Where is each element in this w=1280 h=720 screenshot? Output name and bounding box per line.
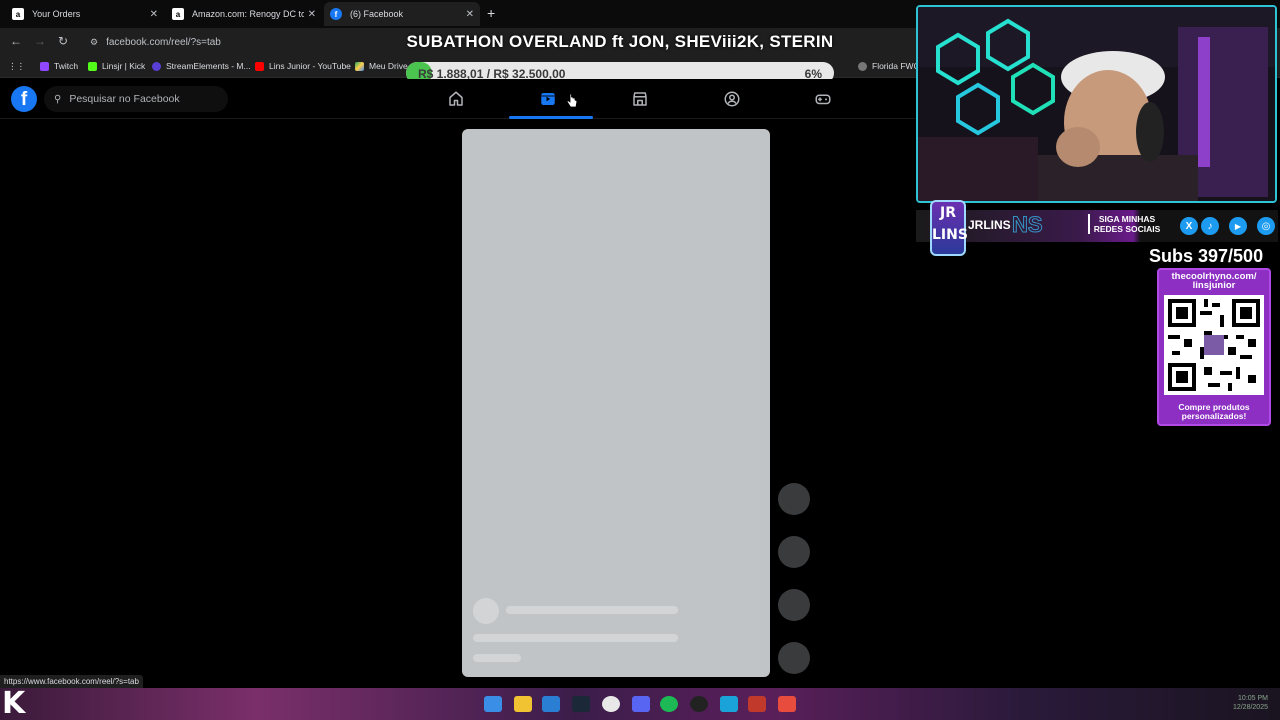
tab-title: Amazon.com: Renogy DC to DC xyxy=(192,9,304,19)
facebook-header: f ⚲ Pesquisar no Facebook xyxy=(0,79,915,119)
tab-amazon-renogy[interactable]: a Amazon.com: Renogy DC to DC ✕ xyxy=(166,2,322,26)
qr-card: thecoolrhyno.com/ linsjunior Compre prod… xyxy=(1157,268,1271,426)
app-icon[interactable] xyxy=(720,696,738,712)
tab-facebook[interactable]: f (6) Facebook ✕ xyxy=(324,2,480,26)
kick-k-logo: K xyxy=(2,686,26,720)
tab-your-orders[interactable]: a Your Orders ✕ xyxy=(6,2,164,26)
steam-icon[interactable] xyxy=(572,696,590,712)
search-icon: ⚲ xyxy=(54,93,62,105)
bookmark-drive[interactable]: Meu Drive xyxy=(355,61,408,71)
mouse-cursor-icon xyxy=(566,93,578,108)
url-field[interactable]: ⚙ facebook.com/reel/?s=tab xyxy=(82,32,412,52)
app-icon[interactable] xyxy=(778,696,796,712)
facebook-search-input[interactable]: ⚲ Pesquisar no Facebook xyxy=(44,86,228,112)
windows-taskbar: 10:05 PM 12/28/2025 xyxy=(0,688,1280,720)
facebook-favicon-icon: f xyxy=(330,8,342,20)
bookmark-label: Twitch xyxy=(54,61,79,71)
skeleton-line xyxy=(506,606,678,614)
gaming-icon xyxy=(815,94,831,105)
taskbar-clock[interactable]: 10:05 PM 12/28/2025 xyxy=(1233,694,1268,712)
clock-time: 10:05 PM xyxy=(1238,695,1268,702)
home-icon xyxy=(449,91,463,106)
spotify-icon[interactable] xyxy=(660,696,678,712)
youtube-icon xyxy=(255,61,264,71)
nav-home[interactable] xyxy=(436,85,476,113)
nav-marketplace[interactable] xyxy=(620,85,660,113)
skeleton-line xyxy=(473,654,521,662)
qr-code-pattern xyxy=(1164,295,1264,395)
apps-icon[interactable]: ⋮⋮ xyxy=(8,61,25,72)
brand-ghost-text: NS xyxy=(1012,212,1044,238)
edge-icon[interactable] xyxy=(542,696,560,712)
reels-icon xyxy=(541,93,555,105)
bookmark-label: Meu Drive xyxy=(369,61,408,71)
subathon-title: SUBATHON OVERLAND ft JON, SHEViii2K, STE… xyxy=(406,32,834,51)
site-info-icon[interactable]: ⚙ xyxy=(90,37,98,48)
discord-icon[interactable] xyxy=(632,696,650,712)
x-twitter-icon: X xyxy=(1180,217,1198,235)
forward-icon[interactable]: → xyxy=(34,34,46,48)
back-icon[interactable]: ← xyxy=(10,34,22,48)
bookmark-label: Lins Junior - YouTube xyxy=(269,61,351,71)
clock-date: 12/28/2025 xyxy=(1232,704,1268,711)
social-banner: NS JRLINS JR LINS SIGA MINHAS REDES SOCI… xyxy=(916,200,1278,256)
skeleton-avatar xyxy=(473,598,499,624)
bookmark-streamelements[interactable]: StreamElements - M... xyxy=(152,61,251,71)
jrlins-badge: JR LINS xyxy=(930,200,968,256)
bookmark-kick[interactable]: Linsjr | Kick xyxy=(88,61,145,71)
search-placeholder: Pesquisar no Facebook xyxy=(69,93,180,105)
bookmark-label: Florida FWC xyxy=(872,61,920,71)
twitch-icon xyxy=(40,61,49,71)
webcam-feed xyxy=(916,5,1277,203)
brand-name: JRLINS xyxy=(968,218,1011,232)
bookmark-label: StreamElements - M... xyxy=(166,61,251,71)
bookmark-youtube[interactable]: Lins Junior - YouTube xyxy=(255,61,351,71)
close-icon[interactable]: ✕ xyxy=(308,9,316,20)
subs-counter: Subs 397/500 xyxy=(1149,246,1264,266)
tab-title: (6) Facebook xyxy=(350,9,404,19)
qr-caption: Compre produtos personalizados! xyxy=(1178,402,1250,421)
facebook-logo[interactable]: f xyxy=(11,86,37,112)
reel-loading-placeholder xyxy=(462,129,770,677)
app-icon[interactable] xyxy=(748,696,766,712)
nav-reels[interactable] xyxy=(509,85,593,119)
qr-url: thecoolrhyno.com/ linsjunior xyxy=(1171,271,1257,291)
reel-action-placeholder xyxy=(778,483,810,515)
youtube-icon: ▶ xyxy=(1229,217,1247,235)
marketplace-icon xyxy=(633,92,647,106)
obs-icon[interactable] xyxy=(690,696,708,712)
bookmark-label: Linsjr | Kick xyxy=(102,61,146,71)
close-icon[interactable]: ✕ xyxy=(150,9,158,20)
file-explorer-icon[interactable] xyxy=(514,696,532,712)
amazon-favicon-icon: a xyxy=(12,8,24,20)
streamelements-icon xyxy=(152,61,161,71)
new-tab-icon[interactable]: + xyxy=(487,5,495,21)
google-drive-icon xyxy=(355,61,364,71)
url-text: facebook.com/reel/?s=tab xyxy=(106,36,221,48)
reel-action-placeholder xyxy=(778,536,810,568)
reload-icon[interactable]: ↻ xyxy=(58,34,68,48)
groups-icon xyxy=(724,91,740,107)
close-icon[interactable]: ✕ xyxy=(466,9,474,20)
tiktok-icon: ♪ xyxy=(1201,217,1219,235)
amazon-favicon-icon: a xyxy=(172,8,184,20)
instagram-icon: ◎ xyxy=(1257,217,1275,235)
windows-start-icon[interactable] xyxy=(484,696,502,712)
kick-icon xyxy=(88,61,97,71)
reel-action-placeholder xyxy=(778,642,810,674)
bookmark-twitch[interactable]: Twitch xyxy=(40,61,78,71)
webcam-image xyxy=(918,7,1275,201)
tab-title: Your Orders xyxy=(32,9,81,19)
nav-groups[interactable] xyxy=(712,85,752,113)
chrome-icon[interactable] xyxy=(602,696,620,712)
qr-code xyxy=(1164,295,1264,395)
skeleton-line xyxy=(473,634,678,642)
reel-action-placeholder xyxy=(778,589,810,621)
globe-icon xyxy=(858,61,867,71)
bookmark-florida-fwc[interactable]: Florida FWC xyxy=(858,61,920,71)
social-caption: SIGA MINHAS REDES SOCIAIS xyxy=(1088,214,1164,234)
nav-gaming[interactable] xyxy=(803,85,843,113)
